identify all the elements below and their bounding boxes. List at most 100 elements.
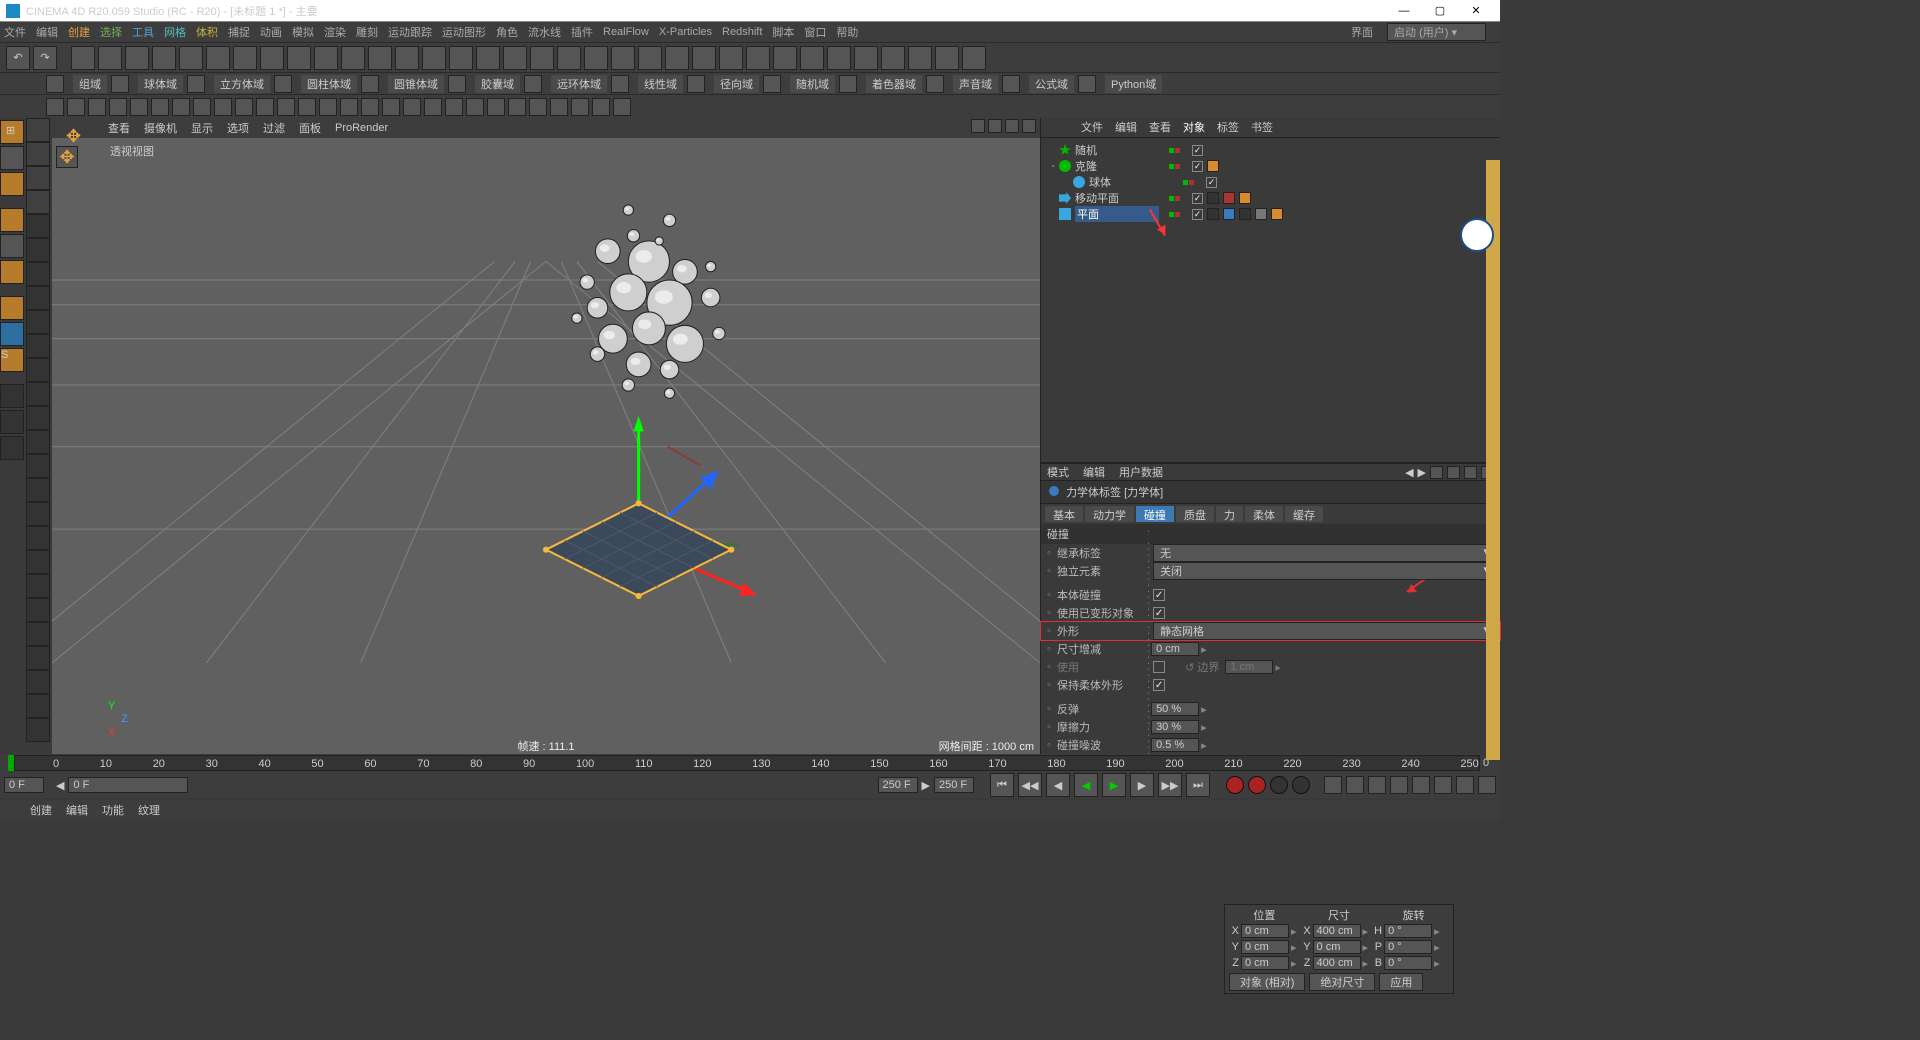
- icon-button[interactable]: [235, 98, 253, 116]
- icon-button[interactable]: [550, 98, 568, 116]
- play-forward[interactable]: ▶: [1102, 773, 1126, 797]
- icon-button[interactable]: [529, 98, 547, 116]
- tool-button[interactable]: [0, 146, 24, 170]
- frame-fwd[interactable]: ▶: [1130, 773, 1154, 797]
- coord-pos[interactable]: 0 cm: [1241, 956, 1289, 970]
- prop-value[interactable]: 0.5 %: [1151, 738, 1199, 752]
- menu-选择[interactable]: 选择: [100, 24, 122, 40]
- toolbar-button[interactable]: [368, 46, 392, 70]
- mode-slot[interactable]: [26, 334, 50, 358]
- coord-rot[interactable]: 0 °: [1384, 924, 1432, 938]
- field-icon[interactable]: [839, 75, 857, 93]
- prop-dropdown[interactable]: 静态网格: [1153, 622, 1494, 640]
- toolbar-button[interactable]: [584, 46, 608, 70]
- vp-menu[interactable]: 查看: [108, 120, 130, 136]
- toolbar-button[interactable]: [206, 46, 230, 70]
- toolbar-button[interactable]: [827, 46, 851, 70]
- anim-opt[interactable]: [1412, 776, 1430, 794]
- view-icon[interactable]: [1022, 119, 1036, 133]
- coord-mode-1[interactable]: 对象 (相对): [1229, 973, 1305, 991]
- view-icon[interactable]: [971, 119, 985, 133]
- attr-tab[interactable]: 缓存: [1285, 506, 1323, 522]
- toolbar-button[interactable]: [260, 46, 284, 70]
- menu-动画[interactable]: 动画: [260, 24, 282, 40]
- object-row[interactable]: 球体✓: [1047, 174, 1494, 190]
- toolbar-button[interactable]: [233, 46, 257, 70]
- mode-slot[interactable]: [26, 358, 50, 382]
- anim-opt[interactable]: [1324, 776, 1342, 794]
- toolbar-button[interactable]: [719, 46, 743, 70]
- icon-button[interactable]: [298, 98, 316, 116]
- close-button[interactable]: ✕: [1458, 4, 1494, 17]
- icon-button[interactable]: [613, 98, 631, 116]
- mode-slot[interactable]: [26, 190, 50, 214]
- om-tab[interactable]: 编辑: [1115, 117, 1137, 137]
- vp-menu[interactable]: 过滤: [263, 120, 285, 136]
- toolbar-button[interactable]: [125, 46, 149, 70]
- icon-button[interactable]: [277, 98, 295, 116]
- toolbar-button[interactable]: [449, 46, 473, 70]
- timeline-ruler[interactable]: 0102030405060708090100110120130140150160…: [0, 754, 1500, 772]
- attr-btn[interactable]: [1430, 466, 1443, 479]
- icon-button[interactable]: [46, 98, 64, 116]
- prop-value[interactable]: 0 cm: [1151, 642, 1199, 656]
- field-label[interactable]: 远环体域: [551, 75, 607, 93]
- tool-misc[interactable]: [0, 436, 24, 460]
- prop-value[interactable]: 1 cm: [1225, 660, 1273, 674]
- mode-slot[interactable]: [26, 478, 50, 502]
- menu-脚本[interactable]: 脚本: [772, 24, 794, 40]
- coord-size[interactable]: 0 cm: [1313, 940, 1361, 954]
- object-row[interactable]: 随机✓: [1047, 142, 1494, 158]
- toolbar-button[interactable]: [503, 46, 527, 70]
- mat-tab[interactable]: 功能: [102, 802, 124, 818]
- frame-current[interactable]: 0 F: [68, 777, 188, 793]
- coord-pos[interactable]: 0 cm: [1241, 924, 1289, 938]
- menu-模拟[interactable]: 模拟: [292, 24, 314, 40]
- attr-mode[interactable]: 用户数据: [1119, 464, 1163, 480]
- icon-button[interactable]: [361, 98, 379, 116]
- icon-button[interactable]: [319, 98, 337, 116]
- attr-tab[interactable]: 碰撞: [1136, 506, 1174, 522]
- menu-X-Particles[interactable]: X-Particles: [659, 26, 712, 38]
- step-back[interactable]: ◀◀: [1018, 773, 1042, 797]
- field-label[interactable]: 声音域: [953, 75, 998, 93]
- toolbar-button[interactable]: [854, 46, 878, 70]
- attr-mode[interactable]: 模式: [1047, 464, 1069, 480]
- field-icon[interactable]: [1002, 75, 1020, 93]
- mode-slot[interactable]: [26, 718, 50, 742]
- om-tab[interactable]: 标签: [1217, 117, 1239, 137]
- toolbar-button[interactable]: [773, 46, 797, 70]
- toolbar-button[interactable]: [881, 46, 905, 70]
- prop-checkbox[interactable]: [1153, 661, 1165, 673]
- field-label[interactable]: 立方体域: [214, 75, 270, 93]
- layout-dropdown[interactable]: 启动 (用户) ▾: [1387, 23, 1486, 41]
- tool-lock[interactable]: [0, 410, 24, 434]
- mode-slot[interactable]: [26, 574, 50, 598]
- attr-btn[interactable]: [1464, 466, 1477, 479]
- icon-button[interactable]: [256, 98, 274, 116]
- menu-插件[interactable]: 插件: [571, 24, 593, 40]
- frame-start[interactable]: 0 F: [4, 777, 44, 793]
- mode-slot[interactable]: [26, 238, 50, 262]
- om-tab[interactable]: 文件: [1081, 117, 1103, 137]
- toolbar-button[interactable]: [692, 46, 716, 70]
- anim-opt[interactable]: [1434, 776, 1452, 794]
- attr-btn[interactable]: [1447, 466, 1460, 479]
- mode-slot[interactable]: [26, 286, 50, 310]
- icon-button[interactable]: [172, 98, 190, 116]
- tool-magnet[interactable]: [0, 384, 24, 408]
- vp-menu[interactable]: ProRender: [335, 122, 388, 134]
- tool-button[interactable]: [0, 260, 24, 284]
- mat-tab[interactable]: 纹理: [138, 802, 160, 818]
- redo-button[interactable]: ↷: [33, 46, 57, 70]
- field-icon[interactable]: [274, 75, 292, 93]
- vp-menu[interactable]: 摄像机: [144, 120, 177, 136]
- toolbar-button[interactable]: [665, 46, 689, 70]
- field-label[interactable]: 圆柱体域: [301, 75, 357, 93]
- mode-slot[interactable]: [26, 670, 50, 694]
- mode-slot[interactable]: [26, 262, 50, 286]
- menu-运动图形[interactable]: 运动图形: [442, 24, 486, 40]
- anim-opt[interactable]: [1368, 776, 1386, 794]
- 3d-viewport[interactable]: 帧速 : 111.1 网格间距 : 1000 cm Y ZX: [52, 138, 1040, 754]
- menu-Redshift[interactable]: Redshift: [722, 26, 762, 38]
